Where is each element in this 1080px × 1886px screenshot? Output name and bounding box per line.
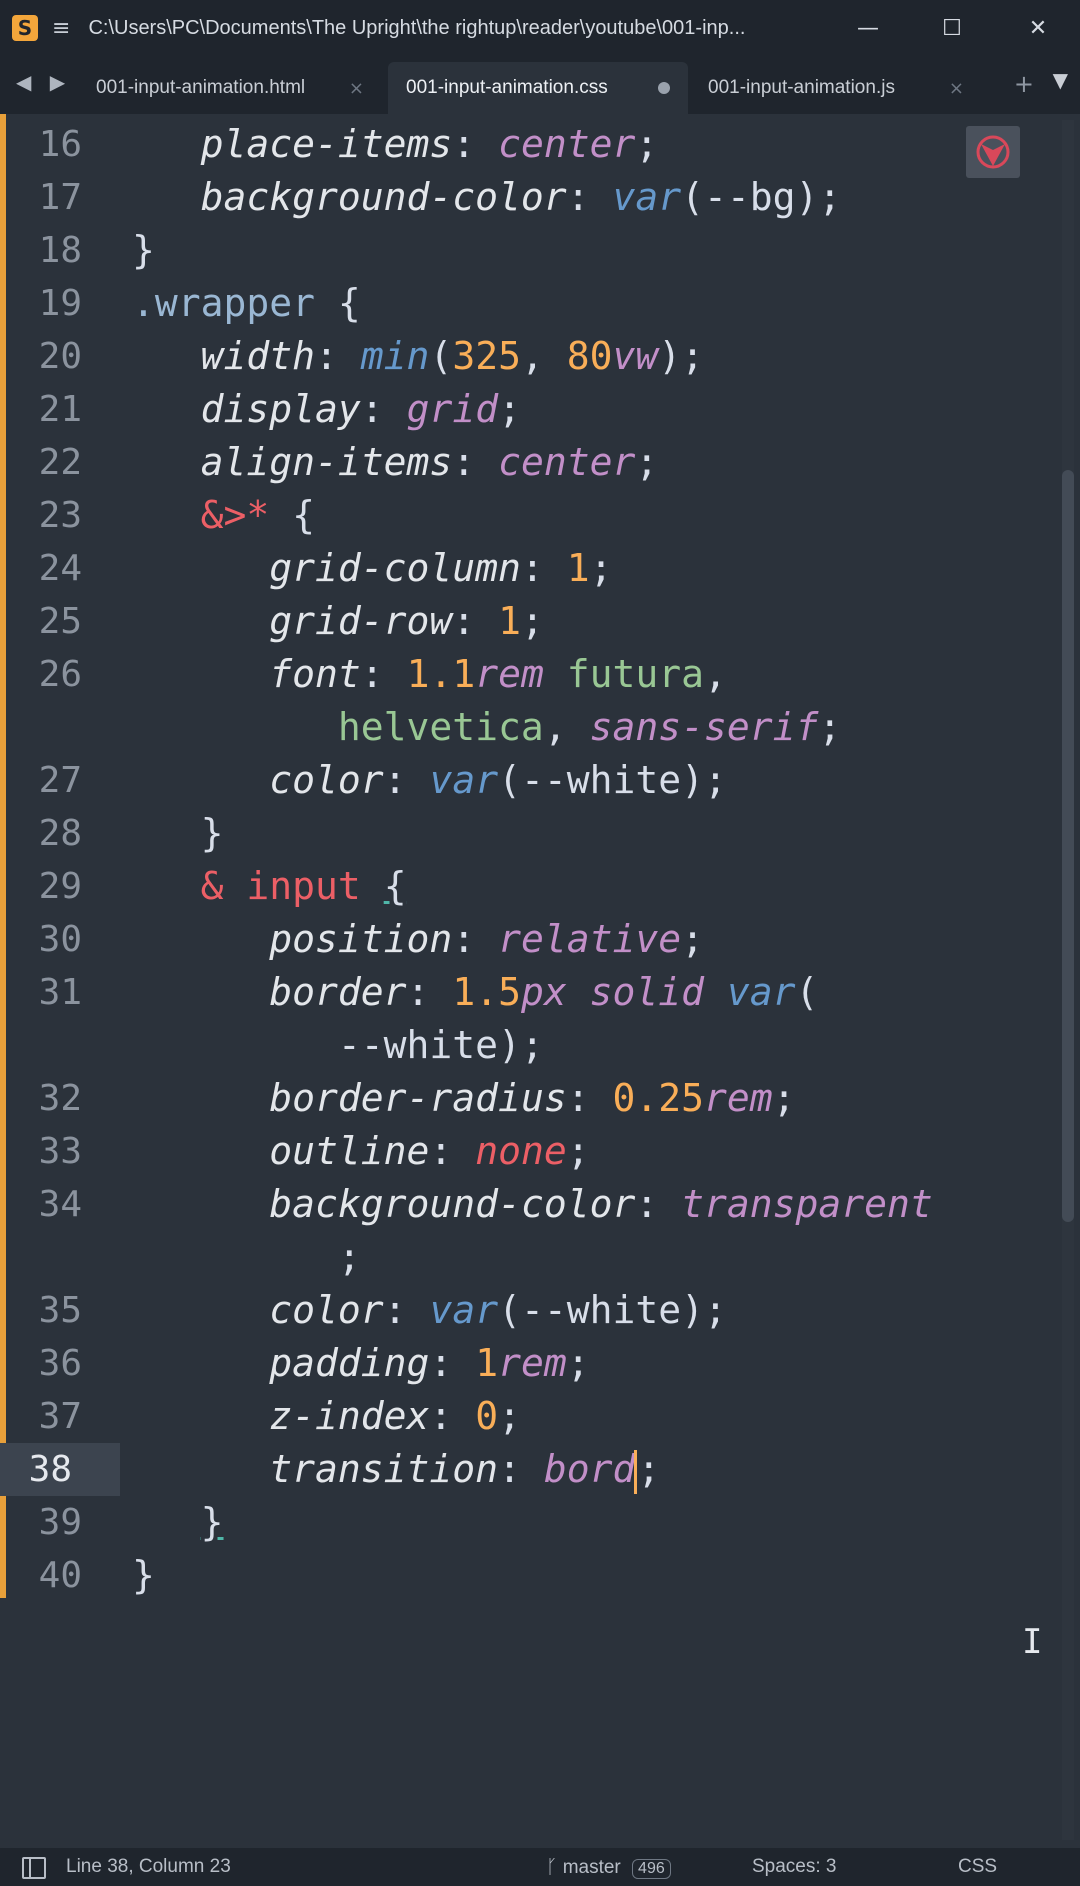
code-line: grid-column: 1; xyxy=(269,546,613,590)
code-line: color: var(--white); xyxy=(269,758,727,802)
branch-name: master xyxy=(562,1857,621,1878)
code-line: helvetica, sans-serif; xyxy=(337,705,842,749)
code-line: } xyxy=(200,1500,224,1544)
channel-logo-icon xyxy=(966,126,1020,178)
line-number: 36 xyxy=(38,1343,82,1384)
line-number: 18 xyxy=(38,230,82,271)
text-cursor xyxy=(634,1449,638,1494)
tab-bar: ◀ ▶ 001-input-animation.html × 001-input… xyxy=(0,56,1080,114)
status-bar: Line 38, Column 23 ᚴ master 496 Spaces: … xyxy=(0,1848,1080,1886)
tab-js-file[interactable]: 001-input-animation.js × xyxy=(690,62,980,114)
code-line: } xyxy=(132,228,155,272)
line-number: 32 xyxy=(38,1078,82,1119)
line-number: 34 xyxy=(38,1184,82,1225)
ibeam-cursor-icon: I xyxy=(1022,1622,1043,1662)
tab-list-menu-icon[interactable]: ▼ xyxy=(1053,68,1068,92)
line-number: 39 xyxy=(38,1502,82,1543)
tab-css-file[interactable]: 001-input-animation.css xyxy=(388,62,688,114)
code-line: .wrapper { xyxy=(132,281,361,325)
line-number: 26 xyxy=(38,654,82,695)
line-number: 25 xyxy=(38,601,82,642)
line-number: 31 xyxy=(38,972,82,1013)
line-number: 35 xyxy=(38,1290,82,1331)
code-line: } xyxy=(132,1553,155,1597)
line-number: 37 xyxy=(38,1396,82,1437)
scrollbar-thumb[interactable] xyxy=(1062,470,1074,1222)
line-number: 21 xyxy=(38,389,82,430)
code-line: &>* { xyxy=(200,493,316,537)
code-line: outline: none; xyxy=(269,1129,590,1173)
line-number: 17 xyxy=(38,177,82,218)
line-number: 33 xyxy=(38,1131,82,1172)
hamburger-menu-icon[interactable]: ≡ xyxy=(52,16,70,41)
branch-count-badge: 496 xyxy=(632,1859,671,1879)
git-branch[interactable]: ᚴ master 496 xyxy=(546,1856,671,1879)
code-line: } xyxy=(132,811,224,855)
line-number: 24 xyxy=(38,548,82,589)
code-line: background-color: var(--bg); xyxy=(200,175,842,219)
tab-navigation-arrows-icon[interactable]: ◀ ▶ xyxy=(16,70,71,94)
code-line: width: min(325, 80vw); xyxy=(200,334,705,378)
close-window-button[interactable]: ✕ xyxy=(996,0,1080,56)
line-number: 23 xyxy=(38,495,82,536)
code-line: grid-row: 1; xyxy=(269,599,544,643)
code-line: ; xyxy=(132,1235,361,1279)
cursor-position[interactable]: Line 38, Column 23 xyxy=(66,1856,231,1878)
tab-label: 001-input-animation.js xyxy=(708,77,895,98)
code-editor[interactable]: 16 17 18 19 20 21 22 23 24 25 26 27 28 2… xyxy=(0,114,1080,1848)
tab-label: 001-input-animation.html xyxy=(96,77,306,98)
title-bar: S ≡ C:\Users\PC\Documents\The Upright\th… xyxy=(0,0,1080,56)
line-number: 40 xyxy=(38,1555,82,1596)
code-line: color: var(--white); xyxy=(269,1288,727,1332)
syntax-selector[interactable]: CSS xyxy=(958,1856,997,1878)
code-line: & input { xyxy=(200,864,407,908)
line-number: 27 xyxy=(38,760,82,801)
code-line: display: grid; xyxy=(200,387,521,431)
maximize-button[interactable]: ☐ xyxy=(910,0,994,56)
line-number: 16 xyxy=(38,124,82,165)
line-number: 30 xyxy=(38,919,82,960)
code-line: position: relative; xyxy=(269,917,704,961)
new-tab-icon[interactable]: + xyxy=(1014,70,1034,98)
git-branch-icon: ᚴ xyxy=(546,1856,558,1878)
code-line: background-color: transparent xyxy=(269,1182,933,1226)
line-number-current: 38 xyxy=(0,1443,120,1496)
code-line: --white); xyxy=(132,1023,544,1067)
code-line: border-radius: 0.25rem; xyxy=(269,1076,796,1120)
code-line: place-items: center; xyxy=(200,122,659,166)
code-line-current: transition: bord; xyxy=(132,1443,660,1496)
line-number: 28 xyxy=(38,813,82,854)
line-number: 29 xyxy=(38,866,82,907)
close-tab-icon[interactable]: × xyxy=(349,78,364,99)
indentation-setting[interactable]: Spaces: 3 xyxy=(752,1856,837,1878)
code-line: font: 1.1rem futura, xyxy=(269,652,727,696)
unsaved-dot-icon[interactable] xyxy=(658,82,670,94)
code-line: z-index: 0; xyxy=(269,1394,521,1438)
tab-html-file[interactable]: 001-input-animation.html × xyxy=(80,62,380,114)
window-title: C:\Users\PC\Documents\The Upright\the ri… xyxy=(88,16,746,39)
code-line: border: 1.5px solid var( xyxy=(269,970,819,1014)
line-number: 22 xyxy=(38,442,82,483)
line-number: 19 xyxy=(38,283,82,324)
sublime-text-icon: S xyxy=(12,15,38,41)
toggle-sidebar-icon[interactable] xyxy=(22,1857,46,1879)
code-line: align-items: center; xyxy=(200,440,659,484)
line-number: 20 xyxy=(38,336,82,377)
close-tab-icon[interactable]: × xyxy=(949,78,964,99)
tab-label: 001-input-animation.css xyxy=(406,77,608,98)
minimize-button[interactable]: — xyxy=(826,0,910,56)
code-line: padding: 1rem; xyxy=(269,1341,590,1385)
